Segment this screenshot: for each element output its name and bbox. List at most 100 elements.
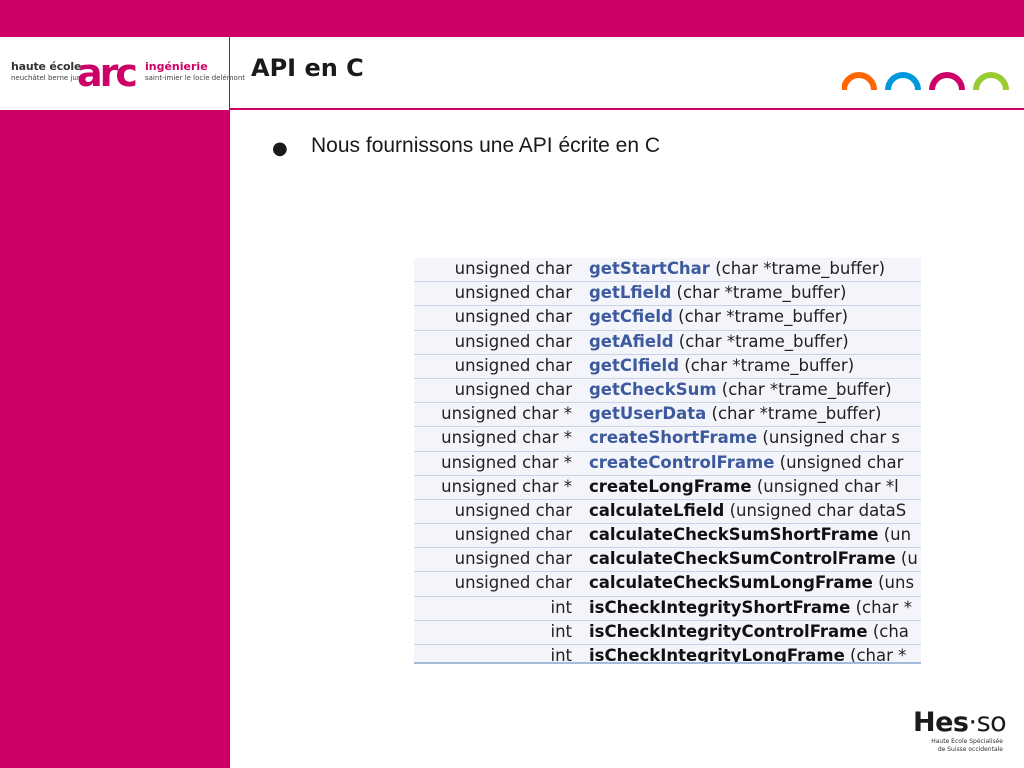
api-return-type: unsigned char (454, 525, 572, 545)
api-function-args: (char *trame_buffer) (679, 355, 855, 375)
api-return-type: unsigned char (454, 283, 572, 303)
api-signature: getLfield (char *trame_buffer) (589, 282, 846, 304)
field-logo-text: ingénierie saint-imier le locle delémont (145, 60, 245, 82)
left-sidebar-band (0, 110, 230, 768)
api-function-name: createLongFrame (589, 476, 752, 496)
api-return-type: unsigned char (454, 573, 572, 593)
hesso-wordmark: Hes·so (913, 707, 1007, 738)
api-return-type: unsigned char (454, 549, 572, 569)
arch-magenta-icon (929, 72, 965, 90)
api-signature: createLongFrame (unsigned char *l (589, 476, 899, 498)
api-signature: getCIfield (char *trame_buffer) (589, 355, 854, 377)
api-function-args: (char *trame_buffer) (672, 307, 849, 327)
api-function-name: isCheckIntegrityShortFrame (589, 597, 851, 617)
bullet-marker: ● (272, 138, 288, 159)
api-signature: getCfield (char *trame_buffer) (589, 306, 848, 328)
arc-logo: arc (77, 51, 138, 95)
api-function-link[interactable]: getStartChar (589, 259, 710, 278)
api-row: int isCheckIntegrityShortFrame (char * (414, 597, 921, 621)
api-signature: isCheckIntegrityShortFrame (char * (589, 597, 912, 619)
api-return-type: unsigned char * (441, 428, 572, 448)
api-row: unsigned char * createShortFrame (unsigne… (414, 427, 921, 452)
api-function-args: (char * (844, 646, 907, 664)
api-function-link[interactable]: getUserData (589, 404, 706, 423)
api-row: int isCheckIntegrityControlFrame (cha (414, 621, 921, 645)
api-return-type: unsigned char (454, 355, 572, 375)
api-return-type: unsigned char (454, 259, 572, 278)
school-locations: neuchâtel berne jura (11, 74, 84, 82)
api-function-link[interactable]: getCheckSum (589, 380, 717, 399)
api-signature: getUserData (char *trame_buffer) (589, 403, 881, 425)
api-function-args: (unsigned char *l (751, 476, 899, 496)
api-signature: createControlFrame (unsigned char (589, 452, 903, 474)
api-signature: isCheckIntegrityControlFrame (cha (589, 621, 909, 643)
api-return-type: int (550, 597, 572, 617)
api-signature: calculateLfield (unsigned char dataS (589, 500, 906, 522)
api-return-type: unsigned char (454, 307, 572, 327)
field-locations: saint-imier le locle delémont (145, 74, 246, 82)
api-signature: getCheckSum (char *trame_buffer) (589, 379, 892, 401)
api-function-args: (char *trame_buffer) (706, 404, 882, 424)
api-function-table: unsigned char getStartChar (char *trame_b… (414, 258, 921, 664)
bullet-text: Nous fournissons une API écrite en C (311, 134, 661, 157)
hesso-tagline-line2: de Suisse occidentale (937, 746, 1003, 753)
api-signature: getAfield (char *trame_buffer) (589, 331, 849, 353)
api-row: unsigned char calculateCheckSumLongFrame … (414, 572, 921, 597)
api-function-link[interactable]: createShortFrame (589, 428, 757, 447)
api-row: unsigned char * getUserData (char *trame_… (414, 403, 921, 428)
api-return-type: unsigned char * (441, 404, 572, 424)
api-row: unsigned char * createControlFrame (unsig… (414, 452, 921, 476)
api-function-args: (unsigned char (774, 452, 904, 472)
api-signature: calculateCheckSumShortFrame (un (589, 524, 911, 546)
api-function-link[interactable]: createControlFrame (589, 453, 774, 472)
api-function-args: (cha (867, 621, 909, 641)
api-function-args: (char *trame_buffer) (673, 331, 849, 351)
api-signature: calculateCheckSumLongFrame (uns (589, 572, 914, 594)
api-function-name: calculateCheckSumControlFrame (589, 549, 896, 569)
arch-green-icon (973, 72, 1009, 90)
api-row: unsigned char getCIfield (char *trame_buf… (414, 355, 921, 379)
api-function-args: (char *trame_buffer) (716, 379, 892, 399)
api-row: unsigned char calculateCheckSumControlFra… (414, 548, 921, 573)
api-function-args: (uns (872, 573, 915, 593)
api-row: unsigned char getStartChar (char *trame_b… (414, 258, 921, 283)
api-return-type: unsigned char * (441, 476, 572, 496)
api-row: unsigned char calculateLfield (unsigned c… (414, 500, 921, 525)
api-row: unsigned char getAfield (char *trame_buff… (414, 331, 921, 355)
decorative-arches-icon (842, 72, 1009, 90)
api-function-args: (char *trame_buffer) (671, 283, 847, 303)
api-function-link[interactable]: getCIfield (589, 356, 679, 375)
hesso-logo: Hes·so Haute Ecole Spécialisée de Suisse… (913, 707, 1007, 754)
header-divider (229, 108, 1024, 110)
api-row: unsigned char getCfield (char *trame_buff… (414, 306, 921, 331)
api-function-args: (char * (850, 597, 912, 617)
api-function-args: (un (878, 525, 912, 545)
arch-blue-icon (885, 72, 921, 90)
api-row: unsigned char getLfield (char *trame_buff… (414, 282, 921, 307)
api-function-link[interactable]: getLfield (589, 283, 671, 302)
arch-orange-icon (842, 72, 877, 90)
api-function-name: calculateCheckSumShortFrame (589, 525, 879, 545)
api-return-type: int (550, 621, 572, 641)
api-function-name: isCheckIntegrityLongFrame (589, 646, 845, 664)
api-function-link[interactable]: getAfield (589, 332, 674, 351)
api-return-type: int (550, 646, 572, 664)
school-name: haute école (11, 60, 82, 73)
api-signature: createShortFrame (unsigned char s (589, 427, 900, 449)
slide-title: API en C (251, 54, 364, 82)
api-function-name: isCheckIntegrityControlFrame (589, 621, 868, 641)
api-function-link[interactable]: getCfield (589, 307, 673, 326)
api-signature: getStartChar (char *trame_buffer) (589, 258, 885, 280)
api-function-args: (unsigned char s (757, 428, 901, 448)
api-function-args: (u (895, 549, 918, 569)
api-row: unsigned char getCheckSum (char *trame_bu… (414, 379, 921, 404)
school-logo-text: haute école neuchâtel berne jura (11, 60, 84, 82)
api-return-type: unsigned char * (441, 452, 572, 472)
hesso-tagline-line1: Haute Ecole Spécialisée (931, 738, 1003, 745)
api-return-type: unsigned char (454, 500, 572, 520)
api-row: unsigned char * createLongFrame (unsigned… (414, 476, 921, 500)
api-function-args: (char *trame_buffer) (709, 259, 886, 278)
api-signature: isCheckIntegrityLongFrame (char * (589, 645, 907, 664)
api-signature: calculateCheckSumControlFrame (u (589, 548, 918, 570)
api-return-type: unsigned char (454, 331, 572, 351)
